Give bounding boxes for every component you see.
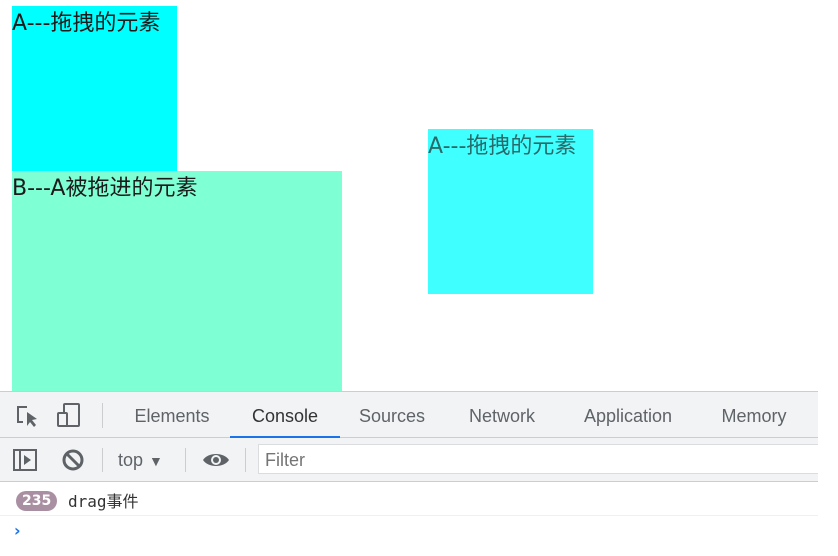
console-prompt[interactable]: › [0,516,818,546]
page-viewport: A---拖拽的元素 B---A被拖进的元素 A---拖拽的元素 [0,0,838,391]
filter-input[interactable] [258,444,818,474]
inspect-element-icon[interactable] [14,402,40,428]
device-toolbar-icon[interactable] [56,402,82,428]
right-edge [818,391,838,556]
tab-application[interactable]: Application [566,392,690,438]
devtools-tab-bar: Elements Console Sources Network Applica… [0,391,818,439]
toolbar-divider [245,448,246,472]
show-sidebar-icon[interactable] [12,447,38,473]
tab-console[interactable]: Console [230,392,340,439]
live-expression-icon[interactable] [202,447,229,473]
toolbar-divider [102,403,103,428]
tab-memory[interactable]: Memory [704,392,804,438]
toolbar-divider [185,448,186,472]
console-message: 235 drag事件 [0,482,818,516]
toolbar-divider [102,448,103,472]
repeat-count-badge: 235 [16,491,58,511]
console-toolbar: top ▼ [0,438,818,482]
tab-sources[interactable]: Sources [344,392,440,438]
console-output: 235 drag事件 › [0,482,818,546]
tab-elements[interactable]: Elements [118,392,226,438]
console-message-text: drag事件 [68,492,139,511]
clear-console-icon[interactable] [60,447,86,473]
context-selector[interactable]: top ▼ [118,438,163,482]
devtools-panel: Elements Console Sources Network Applica… [0,391,818,556]
draggable-box-a[interactable]: A---拖拽的元素 [12,6,177,171]
tab-network[interactable]: Network [452,392,552,438]
drop-target-box-b[interactable]: B---A被拖进的元素 [12,171,342,391]
dropdown-arrow-icon: ▼ [149,453,163,469]
prompt-chevron-icon: › [14,521,21,540]
context-value: top [118,450,144,470]
drag-ghost-image: A---拖拽的元素 [428,129,593,294]
